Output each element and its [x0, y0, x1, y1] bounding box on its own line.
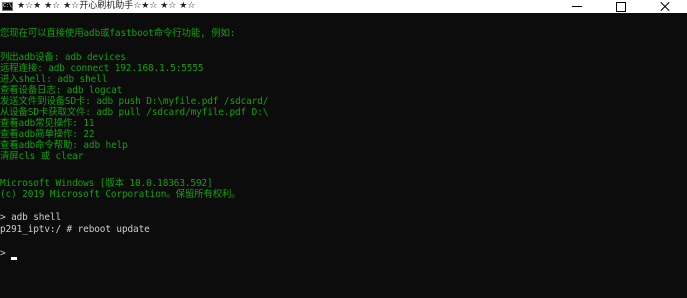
- minimize-icon[interactable]: [555, 0, 599, 13]
- console-area[interactable]: 您现在可以直接使用adb或fastboot命令行功能, 例如: 列出adb设备:…: [0, 13, 687, 298]
- example-line: 发送文件到设备SD卡: adb push D:\myfile.pdf /sdca…: [0, 96, 269, 107]
- example-line: 远程连接: adb connect 192.168.1.5:5555: [0, 63, 204, 74]
- example-line: 清屏cls 或 clear: [0, 151, 84, 162]
- windows-version-line: Microsoft Windows [版本 10.0.18363.592]: [0, 178, 213, 189]
- close-icon: [643, 0, 687, 13]
- title-bar[interactable]: C:\ ★☆★ ★☆ ★☆开心刷机助手☆★☆ ★☆ ★☆: [0, 0, 687, 13]
- maximize-icon[interactable]: [599, 0, 643, 13]
- example-line: 列出adb设备: adb devices: [0, 52, 126, 63]
- example-line: 查看adb简单操作: 22: [0, 129, 95, 140]
- example-line: 查看adb常见操作: 11: [0, 118, 95, 129]
- input-prompt: >: [0, 248, 6, 259]
- example-line: 进入shell: adb shell: [0, 74, 108, 85]
- command-line: > adb shell: [0, 212, 61, 223]
- example-line: 查看设备日志: adb logcat: [0, 85, 123, 96]
- console-app-icon[interactable]: C:\: [2, 2, 13, 11]
- command-line: p291_iptv:/ # reboot update: [0, 224, 150, 235]
- window-title: ★☆★ ★☆ ★☆开心刷机助手☆★☆ ★☆ ★☆: [17, 1, 196, 11]
- example-line: 从设备SD卡获取文件: adb pull /sdcard/myfile.pdf …: [0, 107, 269, 118]
- intro-line: 您现在可以直接使用adb或fastboot命令行功能, 例如:: [0, 28, 236, 39]
- window-controls: [555, 0, 687, 13]
- text-cursor[interactable]: [11, 257, 17, 260]
- copyright-line: (c) 2019 Microsoft Corporation。保留所有权利。: [0, 189, 241, 200]
- close-button[interactable]: [643, 0, 687, 13]
- example-line: 查看adb命令帮助: adb help: [0, 140, 128, 151]
